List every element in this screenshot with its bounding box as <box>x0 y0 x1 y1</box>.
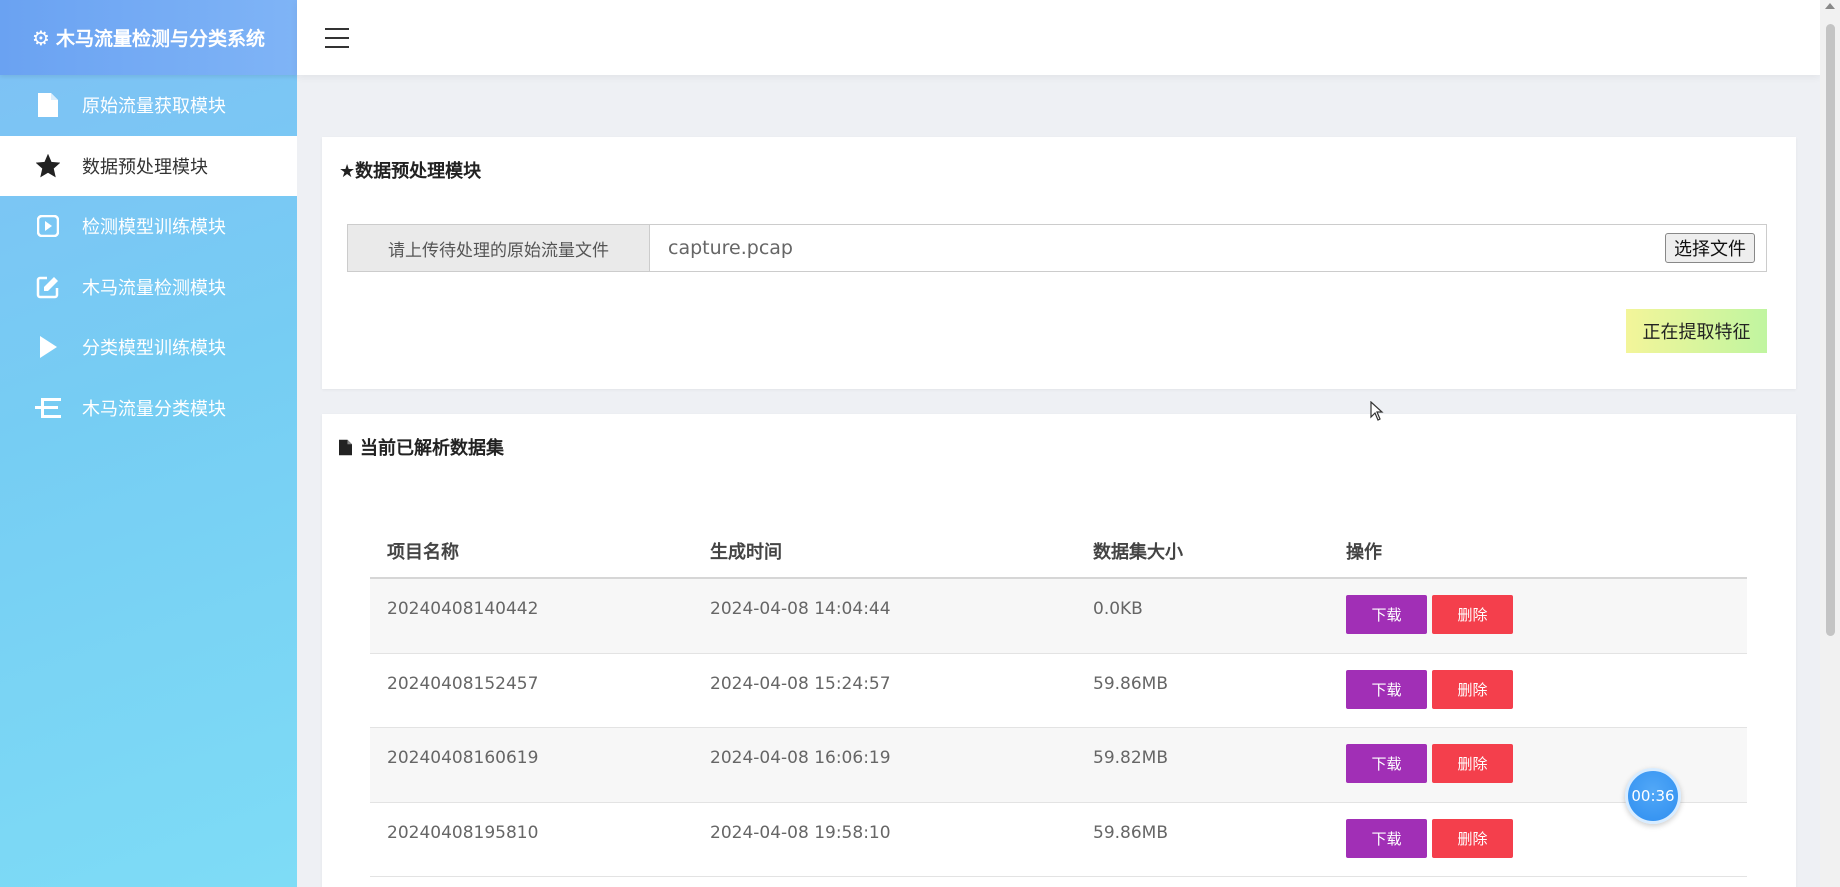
gear-icon: ⚙ <box>32 25 50 50</box>
sidebar-item-detect-train[interactable]: 检测模型训练模块 <box>0 196 297 257</box>
datasets-table: 项目名称 生成时间 数据集大小 操作 20240408140442 2024-0… <box>370 524 1747 877</box>
table-row: 20240408160619 2024-04-08 16:06:19 59.82… <box>370 728 1747 803</box>
cell-actions: 下载 删除 <box>1346 803 1747 877</box>
file-name: capture.pcap <box>668 237 793 259</box>
cell-size: 59.86MB <box>1093 822 1168 843</box>
cell-actions: 下载 删除 <box>1346 579 1747 653</box>
sidebar-item-label: 木马流量检测模块 <box>82 277 226 299</box>
download-button[interactable]: 下载 <box>1346 595 1427 634</box>
download-button[interactable]: 下载 <box>1346 818 1427 858</box>
cell-size: 0.0KB <box>1093 599 1143 619</box>
table-row: 20240408152457 2024-04-08 15:24:57 59.86… <box>370 654 1747 728</box>
cell-name: 20240408152457 <box>387 673 539 694</box>
timer-badge[interactable]: 00:36 <box>1625 768 1681 824</box>
download-button[interactable]: 下载 <box>1346 669 1427 709</box>
cell-size: 59.82MB <box>1093 748 1168 768</box>
cell-actions: 下载 删除 <box>1346 654 1747 728</box>
cell-name: 20240408160619 <box>387 748 539 768</box>
cell-time: 2024-04-08 19:58:10 <box>710 822 891 843</box>
play-square-icon <box>31 215 65 238</box>
tree-icon <box>31 397 65 419</box>
sidebar-nav: 原始流量获取模块 数据预处理模块 检测模型训练模块 木马流量检测模块 分类模型训… <box>0 75 297 438</box>
app-brand: ⚙ 木马流量检测与分类系统 <box>0 0 297 75</box>
mouse-cursor-icon <box>1370 400 1384 425</box>
upload-label: 请上传待处理的原始流量文件 <box>348 225 650 271</box>
sidebar-item-preprocess[interactable]: 数据预处理模块 <box>0 135 297 196</box>
sidebar-item-raw-traffic[interactable]: 原始流量获取模块 <box>0 75 297 136</box>
cell-name: 20240408140442 <box>387 599 539 619</box>
cell-name: 20240408195810 <box>387 822 539 843</box>
sidebar-item-label: 原始流量获取模块 <box>82 96 226 118</box>
top-bar <box>297 0 1820 75</box>
status-button[interactable]: 正在提取特征 <box>1626 309 1767 353</box>
table-row: 20240408195810 2024-04-08 19:58:10 59.86… <box>370 803 1747 877</box>
play-icon <box>31 335 65 359</box>
table-header: 项目名称 生成时间 数据集大小 操作 <box>370 524 1747 579</box>
sidebar-item-label: 数据预处理模块 <box>82 156 208 178</box>
table-row: 20240408140442 2024-04-08 14:04:44 0.0KB… <box>370 579 1747 654</box>
download-button[interactable]: 下载 <box>1346 744 1427 783</box>
datasets-panel: 当前已解析数据集 项目名称 生成时间 数据集大小 操作 202404081404… <box>322 414 1796 887</box>
panel-title: 当前已解析数据集 <box>339 434 504 460</box>
delete-button[interactable]: 删除 <box>1432 669 1513 709</box>
app-title: 木马流量检测与分类系统 <box>55 28 265 50</box>
sidebar-item-classify-train[interactable]: 分类模型训练模块 <box>0 317 297 378</box>
sidebar-item-label: 分类模型训练模块 <box>82 338 226 360</box>
vertical-scrollbar[interactable] <box>1820 0 1840 887</box>
menu-toggle-icon[interactable] <box>325 27 349 48</box>
file-input[interactable]: capture.pcap 选择文件 <box>650 225 1766 271</box>
panel-title-text: 当前已解析数据集 <box>360 438 504 459</box>
column-header: 生成时间 <box>710 541 782 563</box>
delete-button[interactable]: 删除 <box>1432 595 1513 634</box>
choose-file-button[interactable]: 选择文件 <box>1665 233 1755 263</box>
sidebar-item-label: 木马流量分类模块 <box>82 398 226 420</box>
cell-time: 2024-04-08 16:06:19 <box>710 748 891 768</box>
file-upload-group: 请上传待处理的原始流量文件 capture.pcap 选择文件 <box>347 224 1767 272</box>
delete-button[interactable]: 删除 <box>1432 744 1513 783</box>
cell-size: 59.86MB <box>1093 673 1168 694</box>
star-icon <box>31 153 65 178</box>
cell-time: 2024-04-08 14:04:44 <box>710 599 891 619</box>
panel-title: ★数据预处理模块 <box>339 161 482 182</box>
file-icon <box>31 93 65 118</box>
scroll-thumb[interactable] <box>1826 24 1835 636</box>
scroll-up-arrow-icon[interactable] <box>1825 3 1835 9</box>
file-icon <box>339 439 352 456</box>
sidebar-item-label: 检测模型训练模块 <box>82 217 226 239</box>
edit-icon <box>31 275 65 299</box>
column-header: 项目名称 <box>387 541 459 563</box>
sidebar: ⚙ 木马流量检测与分类系统 原始流量获取模块 数据预处理模块 检测模型训练模块 <box>0 0 297 887</box>
column-header: 操作 <box>1346 541 1382 563</box>
preprocess-panel: ★数据预处理模块 请上传待处理的原始流量文件 capture.pcap 选择文件… <box>322 137 1796 389</box>
cell-actions: 下载 删除 <box>1346 728 1747 802</box>
column-header: 数据集大小 <box>1093 541 1183 563</box>
sidebar-item-detect[interactable]: 木马流量检测模块 <box>0 257 297 318</box>
cell-time: 2024-04-08 15:24:57 <box>710 673 891 694</box>
delete-button[interactable]: 删除 <box>1432 818 1513 858</box>
sidebar-item-classify[interactable]: 木马流量分类模块 <box>0 378 297 439</box>
